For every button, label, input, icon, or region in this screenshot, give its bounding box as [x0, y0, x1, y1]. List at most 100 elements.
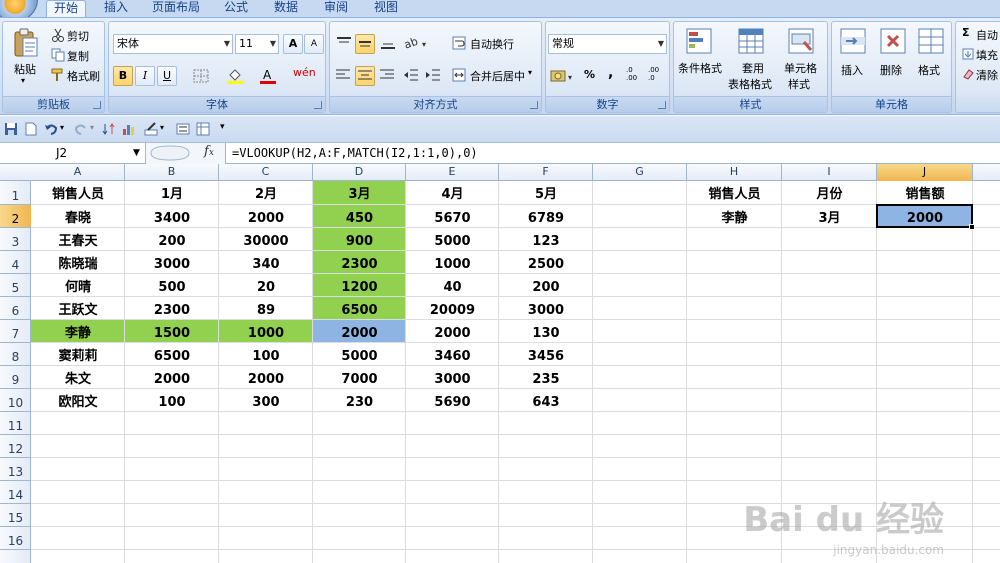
- row-header-5[interactable]: 5: [0, 274, 31, 297]
- redo-dropdown-icon[interactable]: ▾: [90, 123, 94, 132]
- column-header-c[interactable]: C: [219, 164, 313, 181]
- border-icon[interactable]: [193, 69, 209, 83]
- cell-h1[interactable]: 销售人员: [687, 181, 782, 205]
- paste-label[interactable]: 粘贴: [14, 61, 36, 77]
- cell-f8[interactable]: 3456: [499, 343, 593, 366]
- row-header-12[interactable]: 12: [0, 435, 31, 458]
- cell-f9[interactable]: 235: [499, 366, 593, 389]
- increase-indent-icon[interactable]: [424, 66, 442, 84]
- format-painter-icon[interactable]: [51, 68, 65, 82]
- font-name-select[interactable]: 宋体 ▼: [113, 34, 233, 54]
- cut-button[interactable]: 剪切: [67, 28, 89, 44]
- merge-center-button[interactable]: 合并后居中: [470, 68, 525, 84]
- tab-formulas[interactable]: 公式: [216, 0, 256, 17]
- cell-f7[interactable]: 130: [499, 320, 593, 343]
- underline-button[interactable]: U: [157, 66, 177, 86]
- cell-a9[interactable]: 朱文: [31, 366, 125, 389]
- insert-cells-icon[interactable]: [840, 28, 866, 54]
- row-header-11[interactable]: 11: [0, 412, 31, 435]
- cell-a8[interactable]: 窦莉莉: [31, 343, 125, 366]
- cell-f2[interactable]: 6789: [499, 205, 593, 228]
- insert-function-icon[interactable]: fx: [204, 144, 214, 159]
- draw-dropdown-icon[interactable]: ▾: [160, 123, 164, 132]
- decrease-indent-icon[interactable]: [402, 66, 420, 84]
- cell-d5[interactable]: 1200: [313, 274, 406, 297]
- increase-decimal-button[interactable]: .0 .00: [626, 66, 644, 82]
- row-header-4[interactable]: 4: [0, 251, 31, 274]
- chevron-down-icon[interactable]: ▼: [133, 143, 140, 163]
- cell-a4[interactable]: 陈晓瑞: [31, 251, 125, 274]
- italic-button[interactable]: I: [135, 66, 155, 86]
- formula-bar-expand-icon[interactable]: [150, 145, 190, 161]
- cell-f3[interactable]: 123: [499, 228, 593, 251]
- number-format-select[interactable]: 常规 ▼: [548, 34, 667, 54]
- clear-button[interactable]: 清除: [976, 67, 998, 83]
- format-as-table-icon[interactable]: [738, 28, 764, 54]
- cell-d4[interactable]: 2300: [313, 251, 406, 274]
- column-header-i[interactable]: I: [782, 164, 877, 181]
- shrink-font-button[interactable]: A: [304, 34, 324, 54]
- cell-c5[interactable]: 20: [219, 274, 313, 297]
- autosum-button[interactable]: 自动: [976, 27, 998, 43]
- grow-font-button[interactable]: A: [283, 34, 303, 54]
- cell-a10[interactable]: 欧阳文: [31, 389, 125, 412]
- fill-handle[interactable]: [969, 224, 975, 230]
- column-header-b[interactable]: B: [125, 164, 219, 181]
- column-header-h[interactable]: H: [687, 164, 782, 181]
- row-header-14[interactable]: 14: [0, 481, 31, 504]
- cell-d10[interactable]: 230: [313, 389, 406, 412]
- align-top-icon[interactable]: [334, 34, 354, 52]
- cell-b10[interactable]: 100: [125, 389, 219, 412]
- cell-e5[interactable]: 40: [406, 274, 499, 297]
- insert-cells-button[interactable]: 插入: [841, 62, 863, 78]
- cell-c8[interactable]: 100: [219, 343, 313, 366]
- align-right-icon[interactable]: [378, 66, 396, 84]
- save-icon[interactable]: [4, 122, 18, 136]
- clipboard-launcher-icon[interactable]: [93, 101, 101, 109]
- cut-icon[interactable]: [51, 28, 65, 42]
- cell-b5[interactable]: 500: [125, 274, 219, 297]
- fill-color-icon[interactable]: [227, 67, 245, 85]
- conditional-formatting-icon[interactable]: [686, 28, 712, 54]
- format-as-table-label-2[interactable]: 表格格式: [728, 76, 772, 92]
- cell-c9[interactable]: 2000: [219, 366, 313, 389]
- font-size-select[interactable]: 11 ▼: [235, 34, 279, 54]
- wrap-text-button[interactable]: 自动换行: [470, 36, 514, 52]
- comma-button[interactable]: ,: [608, 65, 613, 81]
- column-header-j[interactable]: J: [877, 164, 973, 181]
- chart-icon[interactable]: [122, 122, 136, 136]
- row-header-9[interactable]: 9: [0, 366, 31, 389]
- row-header-8[interactable]: 8: [0, 343, 31, 366]
- table-icon[interactable]: [196, 122, 210, 136]
- row-header-2[interactable]: 2: [0, 205, 31, 228]
- eraser-icon[interactable]: [962, 68, 974, 80]
- wrap-text-icon[interactable]: [452, 36, 466, 50]
- formula-input[interactable]: =VLOOKUP(H2,A:F,MATCH(I2,1:1,0),0): [232, 143, 478, 164]
- cell-styles-label-1[interactable]: 单元格: [784, 60, 817, 76]
- cell-b9[interactable]: 2000: [125, 366, 219, 389]
- cell-c1[interactable]: 2月: [219, 181, 313, 205]
- cell-i1[interactable]: 月份: [782, 181, 877, 205]
- row-header-10[interactable]: 10: [0, 389, 31, 412]
- column-header-g[interactable]: G: [593, 164, 687, 181]
- undo-dropdown-icon[interactable]: ▾: [60, 123, 64, 132]
- cell-d2[interactable]: 450: [313, 205, 406, 228]
- cell-f6[interactable]: 3000: [499, 297, 593, 320]
- cell-e8[interactable]: 3460: [406, 343, 499, 366]
- tab-page-layout[interactable]: 页面布局: [146, 0, 206, 17]
- column-header-d[interactable]: D: [313, 164, 406, 181]
- cell-c7[interactable]: 1000: [219, 320, 313, 343]
- cell-a3[interactable]: 王春天: [31, 228, 125, 251]
- font-launcher-icon[interactable]: [314, 101, 322, 109]
- row-header-13[interactable]: 13: [0, 458, 31, 481]
- conditional-formatting-button[interactable]: 条件格式: [678, 60, 722, 76]
- row-header-16[interactable]: 16: [0, 527, 31, 550]
- fill-button[interactable]: 填充: [976, 47, 998, 63]
- row-header-3[interactable]: 3: [0, 228, 31, 251]
- cell-f4[interactable]: 2500: [499, 251, 593, 274]
- cell-e6[interactable]: 20009: [406, 297, 499, 320]
- tab-review[interactable]: 审阅: [316, 0, 356, 17]
- form-icon[interactable]: [176, 122, 190, 136]
- draw-icon[interactable]: [144, 122, 158, 136]
- cell-d3[interactable]: 900: [313, 228, 406, 251]
